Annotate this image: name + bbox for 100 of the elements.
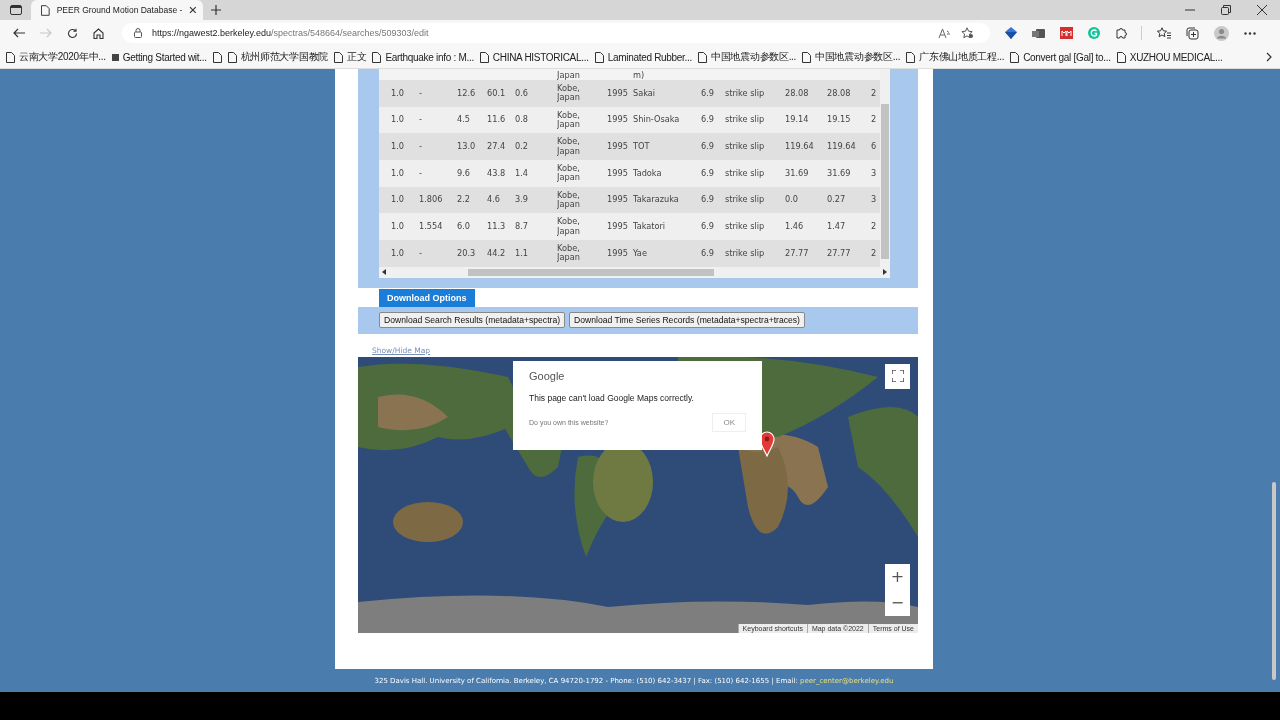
table-cell-text: 20.3 [457,248,477,259]
table-cell-text: 2 [871,88,878,99]
home-icon[interactable] [93,27,104,39]
zoom-out-button[interactable]: − [885,589,910,616]
diamond-icon[interactable] [1005,27,1017,39]
table-cell-text: 1.0 [391,168,406,179]
more-icon[interactable] [1244,31,1256,35]
table-cell-text: 6.9 [701,115,716,125]
address-bar[interactable]: https://ngawest2.berkeley.edu/spectras/548664/searches/509303/edit [122,23,990,43]
table-cell-text: 11.6 [487,115,507,125]
bookmark[interactable]: 中国地震动参数区... [802,50,901,64]
table-cell-text: strike slip [725,88,766,99]
page-icon [1116,51,1126,63]
download-button[interactable]: Download Search Results (metadata+spectra) [379,311,566,328]
fullscreen-button[interactable] [885,363,910,389]
table-cell-text: 28.08 [785,88,810,99]
vertical-scrollbar[interactable] [880,69,890,267]
table-cell-text: strike slip [725,168,766,179]
table-cell-text: 28.08 [827,88,852,99]
table-cell-text: Shin-Osaka [633,115,681,125]
table-cell-text: 1.0 [391,115,406,125]
favorites-icon[interactable] [1157,27,1171,39]
table-cell-text: 8.7 [515,222,530,232]
table-cell-text: 27.77 [827,248,852,259]
url-text: https://ngawest2.berkeley.edu/spectras/548664/searches/509303/edit [152,28,429,38]
extension-icon[interactable] [1060,27,1073,39]
table-cell-text: 3 [871,168,878,179]
table-cell-text: 6.9 [701,248,716,259]
restore-icon[interactable] [1221,5,1231,15]
table-cell-text: 0.6 [515,88,530,99]
table-cell-text: 6.0 [457,222,472,232]
table-cell-text: Tadoka [633,168,663,179]
table-cell-text: strike slip [725,222,766,232]
table-cell-text: 1.554 [419,222,444,232]
scroll-left-icon[interactable] [382,269,387,276]
bookmark[interactable]: Getting Started wit... [111,51,207,63]
table-cell-text: 27.4 [487,142,507,152]
dialog-message: This page can't load Google Maps correctly. [529,392,694,403]
table-cell-text: 6.9 [701,142,716,152]
table-cell-text: 27.77 [785,248,810,259]
read-aloud-icon[interactable] [938,27,951,39]
horizontal-scrollbar[interactable] [379,266,890,278]
download-options-tab[interactable]: Download Options [379,288,475,307]
bookmark[interactable]: 中国地震动参数区... [698,50,797,64]
extension-icon[interactable] [1032,27,1045,39]
back-icon[interactable] [13,28,25,38]
ok-button[interactable]: OK [712,412,746,432]
table-cell-text: 119.64 [785,142,815,152]
page-icon [479,51,489,63]
bookmark[interactable]: Earthquake info : M... [372,51,474,63]
table-cell-text: 0.0 [785,195,800,205]
table-cell-text: 1995 [607,142,629,152]
table-cell-text: Kobe, Japan [557,83,581,103]
table-cell-text: Takatori [633,222,667,232]
favorite-icon[interactable] [961,27,974,39]
table-cell-text: Kobe, Japan [557,164,581,183]
bookmark[interactable]: 云南大学2020年中... [6,50,106,64]
download-button[interactable]: Download Time Series Records (metadata+spectra+traces) [569,311,805,328]
bookmark[interactable]: 正文 [334,50,367,64]
table-cell-text: - [419,168,423,179]
bookmark[interactable]: Laminated Rubber... [594,51,693,63]
table-cell-text: strike slip [725,115,766,125]
table-cell-text: 60.1 [487,88,507,99]
reload-icon[interactable] [67,27,78,39]
table-cell-text: Kobe, Japan [557,244,581,263]
page-icon [802,51,812,63]
page-icon [698,51,708,63]
table-cell-text: 43.8 [487,168,507,179]
table-cell-text: 1995 [607,195,629,205]
table-cell-text: 31.69 [785,168,810,179]
table-cell-text: 2.2 [457,195,472,205]
zoom-in-button[interactable]: + [885,563,910,590]
close-icon[interactable] [189,6,197,14]
lock-icon [134,28,142,38]
bookmark[interactable]: XUZHOU MEDICAL... [1116,51,1223,63]
new-tab-icon[interactable] [211,5,221,15]
bookmark[interactable]: 杭州师范大学国教院 [227,50,328,64]
chevron-right-icon[interactable] [1266,52,1272,62]
close-icon[interactable] [1257,5,1267,15]
table-cell-text: Kobe, Japan [557,110,581,130]
table-cell-text: - [419,115,423,125]
tab-actions-icon[interactable] [10,5,22,15]
scroll-right-icon[interactable] [882,269,887,276]
collections-icon[interactable] [1186,26,1199,40]
table-cell-text: 19.14 [785,115,810,125]
table-cell-text: - [419,248,423,259]
bookmark[interactable]: Convert gal [Gal] to... [1010,51,1111,63]
table-cell-text: strike slip [725,195,766,205]
bookmark[interactable]: 广东佛山地质工程... [906,50,1005,64]
page-icon [6,51,15,63]
table-cell-text: Japan [557,70,581,80]
dialog-brand: Google [529,369,565,382]
profile-icon[interactable] [1214,25,1229,41]
puzzle-icon[interactable] [1115,27,1127,39]
bookmark[interactable]: CHINA HISTORICAL... [479,51,589,63]
bookmark[interactable] [212,51,222,63]
table-cell-text: 3 [871,195,878,205]
table-cell-text: 1995 [607,222,629,232]
browser-tab[interactable]: PEER Ground Motion Database - [31,0,203,20]
table-cell-text: - [419,88,423,99]
